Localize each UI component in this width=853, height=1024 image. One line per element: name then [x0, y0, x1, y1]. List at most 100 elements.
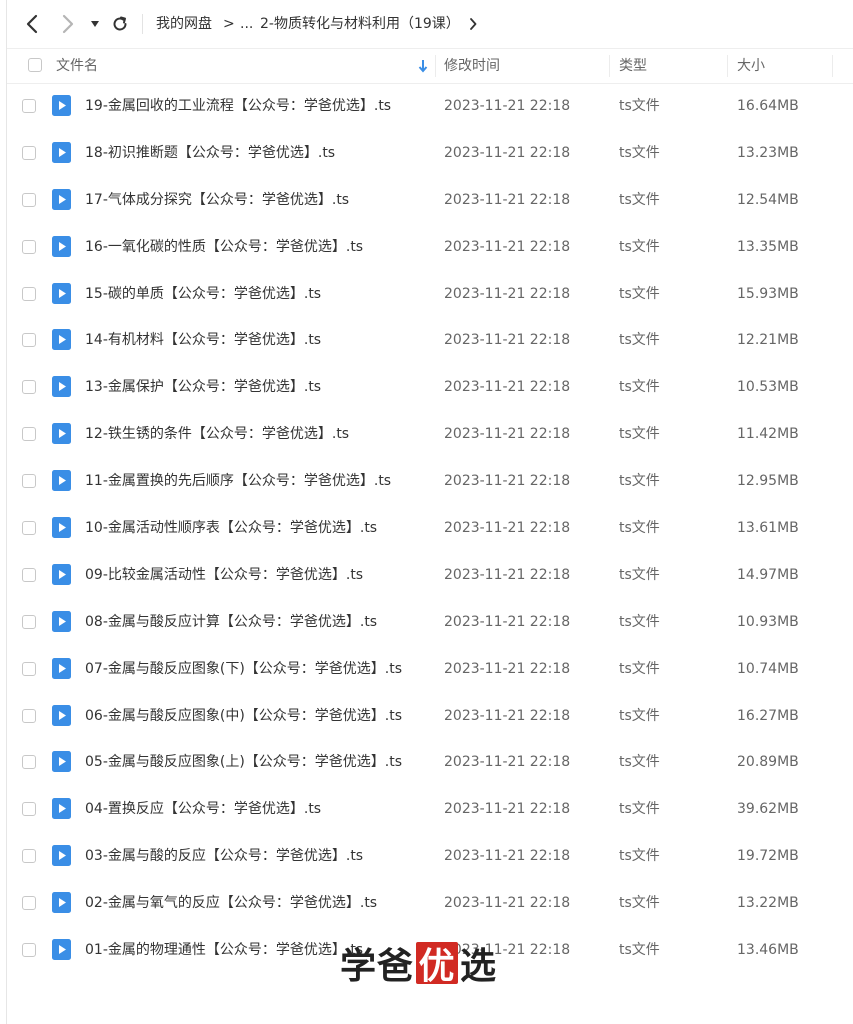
row-checkbox[interactable]: [22, 755, 36, 770]
file-name[interactable]: 03-金属与酸的反应【公众号：学爸优选】.ts: [85, 833, 363, 879]
file-modified-date: 2023-11-21 22:18: [444, 520, 571, 537]
select-all-checkbox[interactable]: [28, 58, 42, 72]
file-name[interactable]: 13-金属保护【公众号：学爸优选】.ts: [85, 364, 321, 410]
file-type: ts文件: [619, 660, 660, 677]
column-header-size[interactable]: 大小: [737, 49, 765, 83]
file-row[interactable]: 08-金属与酸反应计算【公众号：学爸优选】.ts 2023-11-21 22:18…: [0, 599, 853, 646]
file-row[interactable]: 02-金属与氧气的反应【公众号：学爸优选】.ts 2023-11-21 22:18…: [0, 880, 853, 927]
history-dropdown-button[interactable]: [88, 12, 102, 36]
refresh-icon: [113, 16, 127, 31]
file-name[interactable]: 04-置换反应【公众号：学爸优选】.ts: [85, 786, 321, 832]
column-divider: [727, 55, 728, 77]
file-modified-date: 2023-11-21 22:18: [444, 473, 571, 490]
breadcrumb-current-folder: 2-物质转化与材料利用（19课）: [260, 16, 460, 32]
forward-button[interactable]: [56, 12, 80, 36]
file-name[interactable]: 07-金属与酸反应图象(下)【公众号：学爸优选】.ts: [85, 646, 402, 692]
column-header-type[interactable]: 类型: [619, 49, 647, 83]
row-checkbox[interactable]: [22, 474, 36, 489]
file-modified-date: 2023-11-21 22:18: [444, 285, 571, 302]
file-row[interactable]: 07-金属与酸反应图象(下)【公众号：学爸优选】.ts 2023-11-21 22…: [0, 646, 853, 693]
file-modified-date: 2023-11-21 22:18: [444, 144, 571, 161]
file-type: ts文件: [619, 332, 660, 349]
file-name[interactable]: 02-金属与氧气的反应【公众号：学爸优选】.ts: [85, 880, 377, 926]
row-checkbox[interactable]: [22, 943, 36, 958]
video-file-icon: [52, 95, 71, 116]
file-name[interactable]: 06-金属与酸反应图象(中)【公众号：学爸优选】.ts: [85, 693, 402, 739]
column-divider: [832, 55, 833, 77]
file-row[interactable]: 17-气体成分探究【公众号：学爸优选】.ts 2023-11-21 22:18 ts…: [0, 177, 853, 224]
file-name[interactable]: 10-金属活动性顺序表【公众号：学爸优选】.ts: [85, 505, 377, 551]
breadcrumb-ellipsis[interactable]: ...: [240, 14, 253, 34]
sort-button[interactable]: [418, 49, 434, 83]
video-file-icon: [52, 798, 71, 820]
column-header-modified[interactable]: 修改时间: [444, 49, 500, 83]
video-file-icon: [52, 845, 71, 867]
row-checkbox[interactable]: [22, 614, 36, 629]
row-checkbox[interactable]: [22, 380, 36, 395]
file-name[interactable]: 17-气体成分探究【公众号：学爸优选】.ts: [85, 177, 349, 223]
file-name[interactable]: 14-有机材料【公众号：学爸优选】.ts: [85, 317, 321, 363]
file-name[interactable]: 01-金属的物理通性【公众号：学爸优选】.ts: [85, 927, 363, 973]
file-row[interactable]: 11-金属置换的先后顺序【公众号：学爸优选】.ts 2023-11-21 22:1…: [0, 458, 853, 505]
file-name[interactable]: 15-碳的单质【公众号：学爸优选】.ts: [85, 271, 321, 317]
file-list: 19-金属回收的工业流程【公众号：学爸优选】.ts 2023-11-21 22:1…: [0, 83, 853, 974]
video-file-icon: [52, 376, 71, 398]
file-row[interactable]: 04-置换反应【公众号：学爸优选】.ts 2023-11-21 22:18 ts文件…: [0, 786, 853, 833]
row-checkbox[interactable]: [22, 708, 36, 723]
video-file-icon: [52, 470, 71, 492]
file-row[interactable]: 14-有机材料【公众号：学爸优选】.ts 2023-11-21 22:18 ts文件…: [0, 317, 853, 364]
file-type: ts文件: [619, 754, 660, 771]
file-name[interactable]: 12-铁生锈的条件【公众号：学爸优选】.ts: [85, 411, 349, 457]
file-name[interactable]: 08-金属与酸反应计算【公众号：学爸优选】.ts: [85, 599, 377, 645]
file-modified-date: 2023-11-21 22:18: [444, 848, 571, 865]
file-name[interactable]: 11-金属置换的先后顺序【公众号：学爸优选】.ts: [85, 458, 391, 504]
row-checkbox[interactable]: [22, 99, 36, 113]
file-row[interactable]: 03-金属与酸的反应【公众号：学爸优选】.ts 2023-11-21 22:18 t…: [0, 833, 853, 880]
watermark-char: 爸: [377, 945, 415, 987]
row-checkbox[interactable]: [22, 239, 36, 254]
file-name[interactable]: 05-金属与酸反应图象(上)【公众号：学爸优选】.ts: [85, 739, 402, 785]
file-row[interactable]: 10-金属活动性顺序表【公众号：学爸优选】.ts 2023-11-21 22:18…: [0, 505, 853, 552]
file-name[interactable]: 19-金属回收的工业流程【公众号：学爸优选】.ts: [85, 83, 391, 129]
breadcrumb-next-button[interactable]: [466, 12, 480, 36]
file-type: ts文件: [619, 191, 660, 208]
row-checkbox[interactable]: [22, 849, 36, 864]
file-name[interactable]: 16-一氧化碳的性质【公众号：学爸优选】.ts: [85, 224, 363, 270]
row-checkbox[interactable]: [22, 427, 36, 442]
row-checkbox[interactable]: [22, 567, 36, 582]
watermark-char: 学: [340, 945, 378, 987]
file-type: ts文件: [619, 707, 660, 724]
breadcrumb-root[interactable]: 我的网盘: [156, 14, 212, 34]
file-row[interactable]: 06-金属与酸反应图象(中)【公众号：学爸优选】.ts 2023-11-21 22…: [0, 693, 853, 740]
file-row[interactable]: 12-铁生锈的条件【公众号：学爸优选】.ts 2023-11-21 22:18 ts…: [0, 411, 853, 458]
file-row[interactable]: 05-金属与酸反应图象(上)【公众号：学爸优选】.ts 2023-11-21 22…: [0, 739, 853, 786]
file-row[interactable]: 18-初识推断题【公众号：学爸优选】.ts 2023-11-21 22:18 ts文…: [0, 130, 853, 177]
file-row[interactable]: 16-一氧化碳的性质【公众号：学爸优选】.ts 2023-11-21 22:18 t…: [0, 224, 853, 271]
file-size: 14.97MB: [737, 566, 799, 583]
row-checkbox[interactable]: [22, 145, 36, 160]
row-checkbox[interactable]: [22, 802, 36, 817]
file-row[interactable]: 19-金属回收的工业流程【公众号：学爸优选】.ts 2023-11-21 22:1…: [0, 83, 853, 130]
row-checkbox[interactable]: [22, 333, 36, 348]
back-button[interactable]: [20, 12, 44, 36]
row-checkbox[interactable]: [22, 661, 36, 676]
row-checkbox[interactable]: [22, 896, 36, 911]
row-checkbox[interactable]: [22, 286, 36, 301]
row-checkbox[interactable]: [22, 192, 36, 207]
file-name[interactable]: 09-比较金属活动性【公众号：学爸优选】.ts: [85, 552, 363, 598]
file-row[interactable]: 13-金属保护【公众号：学爸优选】.ts 2023-11-21 22:18 ts文件…: [0, 364, 853, 411]
breadcrumb-separator: >: [223, 16, 235, 32]
row-checkbox[interactable]: [22, 521, 36, 536]
video-file-icon: [52, 329, 71, 351]
file-size: 12.21MB: [737, 332, 799, 349]
file-size: 15.93MB: [737, 285, 799, 302]
file-name[interactable]: 18-初识推断题【公众号：学爸优选】.ts: [85, 130, 335, 176]
file-size: 16.27MB: [737, 707, 799, 724]
video-file-icon: [52, 188, 71, 210]
arrow-down-icon: [418, 60, 428, 73]
file-row[interactable]: 09-比较金属活动性【公众号：学爸优选】.ts 2023-11-21 22:18 t…: [0, 552, 853, 599]
file-row[interactable]: 15-碳的单质【公众号：学爸优选】.ts 2023-11-21 22:18 ts文件…: [0, 271, 853, 318]
column-header-name[interactable]: 文件名: [56, 49, 98, 83]
file-size: 39.62MB: [737, 801, 799, 818]
refresh-button[interactable]: [109, 12, 131, 36]
